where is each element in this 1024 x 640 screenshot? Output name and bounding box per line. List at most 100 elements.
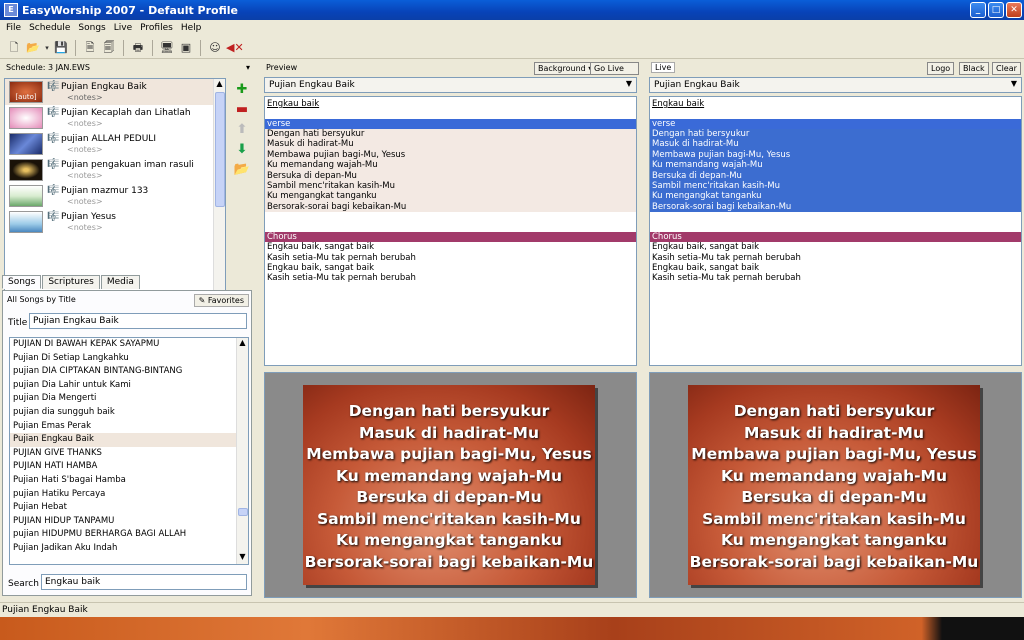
preview-display[interactable]: Dengan hati bersyukur Masuk di hadirat-M… bbox=[264, 372, 637, 598]
save-icon[interactable]: 💾 bbox=[53, 40, 69, 56]
verse-header[interactable]: verse bbox=[265, 119, 636, 129]
list-item[interactable]: pujian Dia Mengerti bbox=[10, 392, 248, 406]
lyric-line: Membawa pujian bagi-Mu, Yesus bbox=[267, 149, 406, 160]
chorus-block[interactable]: Engkau baik, sangat baik Kasih setia-Mu … bbox=[265, 242, 636, 284]
list-item[interactable]: PUJIAN HIDUP TANPAMU bbox=[10, 515, 248, 529]
toolbar-separator bbox=[200, 39, 201, 56]
scroll-up-icon[interactable]: ▲ bbox=[237, 338, 248, 350]
window-title: EasyWorship 2007 - Default Profile bbox=[22, 3, 238, 17]
list-item[interactable]: Pujian Emas Perak bbox=[10, 420, 248, 434]
lyric-line: Engkau baik, sangat baik bbox=[652, 262, 760, 273]
list-item[interactable]: Pujian Jadikan Aku Indah bbox=[10, 542, 248, 556]
schedule-scrollbar[interactable]: ▲ ▼ bbox=[213, 79, 225, 323]
open-folder-icon[interactable]: 📂 bbox=[232, 162, 252, 182]
scroll-up-icon[interactable]: ▲ bbox=[214, 79, 225, 91]
scrollbar-thumb[interactable] bbox=[238, 508, 248, 516]
open-folder-icon[interactable]: 📂 bbox=[25, 40, 41, 56]
schedule-item[interactable]: 🎼 pujian ALLAH PEDULI <notes> bbox=[5, 131, 225, 157]
favorites-button[interactable]: ✎ Favorites bbox=[193, 294, 249, 307]
speaker-mute-icon[interactable]: ◀✕ bbox=[226, 40, 244, 56]
tab-songs[interactable]: Songs bbox=[2, 275, 42, 289]
black-button[interactable]: Black bbox=[959, 62, 989, 75]
live-display[interactable]: Dengan hati bersyukur Masuk di hadirat-M… bbox=[649, 372, 1022, 598]
slide-line: Sambil menc'ritakan kasih-Mu bbox=[317, 509, 581, 528]
monitor-icon[interactable]: 🖥 bbox=[159, 40, 175, 56]
preview-lyrics[interactable]: Engkau baik verse Dengan hati bersyukur … bbox=[264, 96, 637, 366]
live-song-select[interactable]: Pujian Engkau Baik ▼ bbox=[649, 77, 1022, 93]
list-item[interactable]: PUJIAN DI BAWAH KEPAK SAYAPMU bbox=[10, 338, 248, 352]
list-item[interactable]: pujian DIA CIPTAKAN BINTANG-BINTANG bbox=[10, 365, 248, 379]
copy-icon[interactable]: 🗐 bbox=[101, 40, 117, 56]
new-icon[interactable]: 🗋 bbox=[6, 40, 22, 56]
document-icon[interactable]: 🗎 bbox=[82, 40, 98, 56]
schedule-header[interactable]: Schedule: 3 JAN.EWS ▾ bbox=[2, 60, 254, 74]
title-field[interactable]: Pujian Engkau Baik bbox=[29, 313, 247, 329]
schedule-item[interactable]: 🎼 Pujian pengakuan iman rasuli <notes> bbox=[5, 157, 225, 183]
chevron-down-icon[interactable]: ▾ bbox=[246, 63, 250, 72]
scrollbar-thumb[interactable] bbox=[215, 92, 225, 207]
lyric-line: Masuk di hadirat-Mu bbox=[267, 139, 354, 150]
live-lyrics[interactable]: Engkau baik verse Dengan hati bersyukur … bbox=[649, 96, 1022, 366]
list-item[interactable]: pujian Hatiku Percaya bbox=[10, 488, 248, 502]
remove-icon[interactable]: ▬ bbox=[232, 102, 252, 122]
tab-scriptures[interactable]: Scriptures bbox=[42, 275, 100, 289]
background-button[interactable]: Background ▾ bbox=[534, 62, 597, 75]
logo-button[interactable]: Logo bbox=[927, 62, 955, 75]
go-live-button[interactable]: Go Live >>> bbox=[590, 62, 639, 84]
schedule-item[interactable]: 🎼 Pujian mazmur 133 <notes> bbox=[5, 183, 225, 209]
menu-help[interactable]: Help bbox=[177, 23, 206, 33]
user-icon[interactable]: ☺ bbox=[207, 40, 223, 56]
chevron-down-icon[interactable]: ▼ bbox=[626, 79, 632, 88]
slide-line: Dengan hati bersyukur bbox=[348, 402, 550, 420]
verse-block[interactable]: Dengan hati bersyukur Masuk di hadirat-M… bbox=[650, 129, 1021, 213]
print-icon[interactable]: 🖶 bbox=[130, 40, 146, 56]
chorus-header[interactable]: Chorus bbox=[650, 232, 1021, 243]
schedule-item[interactable]: 🎼 Pujian Yesus <notes> bbox=[5, 209, 225, 235]
list-item[interactable]: Pujian Di Setiap Langkahku bbox=[10, 352, 248, 366]
menu-schedule[interactable]: Schedule bbox=[25, 23, 74, 33]
chorus-block[interactable]: Engkau baik, sangat baik Kasih setia-Mu … bbox=[650, 242, 1021, 284]
songs-header: All Songs by Title bbox=[7, 295, 76, 304]
maximize-button[interactable]: □ bbox=[988, 2, 1004, 18]
search-label: Search bbox=[8, 579, 39, 589]
display-icon[interactable]: ▣ bbox=[178, 40, 194, 56]
list-item[interactable]: pujian dia sungguh baik bbox=[10, 406, 248, 420]
tab-media[interactable]: Media bbox=[100, 275, 140, 289]
schedule-item[interactable]: 🎼 Pujian Kecaplah dan Lihatlah <notes> bbox=[5, 105, 225, 131]
dropdown-arrow-icon[interactable]: ▾ bbox=[44, 40, 50, 56]
list-item[interactable]: PUJIAN HATI HAMBA bbox=[10, 460, 248, 474]
taskbar bbox=[0, 617, 1024, 640]
menu-live[interactable]: Live bbox=[110, 23, 136, 33]
add-icon[interactable]: ✚ bbox=[232, 82, 252, 102]
list-item[interactable]: Pujian Engkau Baik bbox=[10, 433, 248, 447]
clear-button[interactable]: Clear bbox=[992, 62, 1021, 75]
menu-songs[interactable]: Songs bbox=[74, 23, 109, 33]
verse-block[interactable]: Dengan hati bersyukur Masuk di hadirat-M… bbox=[265, 129, 636, 213]
schedule-item[interactable]: [auto] 🎼 Pujian Engkau Baik <notes> bbox=[5, 79, 225, 105]
minimize-button[interactable]: _ bbox=[970, 2, 986, 18]
list-item[interactable]: Pujian Hebat bbox=[10, 501, 248, 515]
list-item[interactable]: pujian Dia Lahir untuk Kami bbox=[10, 379, 248, 393]
chevron-down-icon[interactable]: ▼ bbox=[1011, 79, 1017, 88]
chorus-header[interactable]: Chorus bbox=[265, 232, 636, 243]
preview-song-select[interactable]: Pujian Engkau Baik ▼ bbox=[264, 77, 637, 93]
schedule-label: Schedule: 3 JAN.EWS bbox=[6, 62, 90, 72]
search-input[interactable]: Engkau baik bbox=[41, 574, 247, 590]
slide-line: Ku memandang wajah-Mu bbox=[335, 466, 563, 485]
schedule-tools: ✚ ▬ ⬆ ⬇ 📂 bbox=[232, 82, 252, 182]
verse-header[interactable]: verse bbox=[650, 119, 1021, 129]
scroll-down-icon[interactable]: ▼ bbox=[237, 552, 248, 564]
live-label: Live bbox=[651, 61, 676, 73]
song-list-scrollbar[interactable]: ▲ ▼ bbox=[236, 338, 248, 564]
list-item[interactable]: pujian HIDUPMU BERHARGA BAGI ALLAH bbox=[10, 528, 248, 542]
move-up-icon[interactable]: ⬆ bbox=[232, 122, 252, 142]
preview-slide: Dengan hati bersyukur Masuk di hadirat-M… bbox=[303, 385, 595, 585]
list-item[interactable]: PUJIAN GIVE THANKS bbox=[10, 447, 248, 461]
list-item[interactable]: Pujian Hati S'bagai Hamba bbox=[10, 474, 248, 488]
menu-file[interactable]: File bbox=[2, 23, 25, 33]
close-button[interactable]: ✕ bbox=[1006, 2, 1022, 18]
menu-profiles[interactable]: Profiles bbox=[136, 23, 177, 33]
song-list[interactable]: PUJIAN DI BAWAH KEPAK SAYAPMU Pujian Di … bbox=[9, 337, 249, 565]
move-down-icon[interactable]: ⬇ bbox=[232, 142, 252, 162]
